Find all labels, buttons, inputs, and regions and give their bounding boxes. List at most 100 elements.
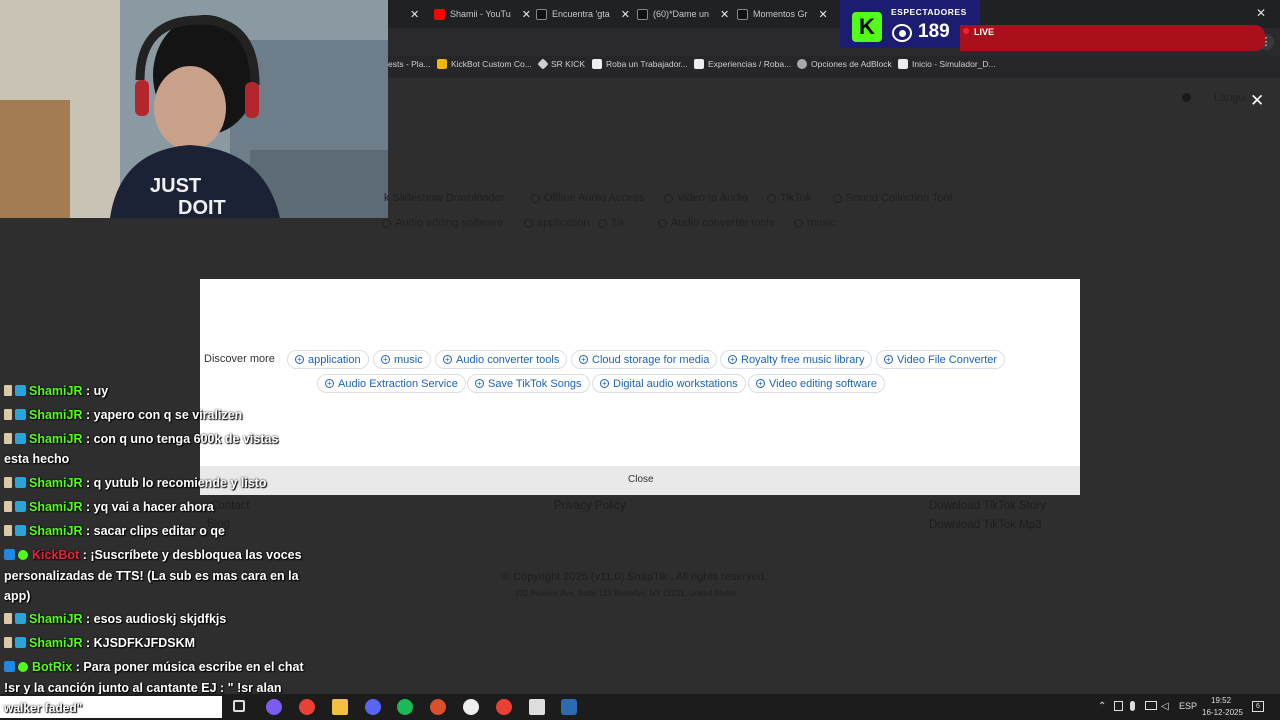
tab-youtube[interactable]: Shamii - YouTu ✕ [434, 4, 531, 24]
overlay-close-icon[interactable]: ✕ [1250, 92, 1264, 110]
window-close-icon[interactable]: ✕ [1256, 6, 1266, 20]
network-icon[interactable] [1145, 701, 1157, 710]
tag-link[interactable]: Sound Collection Tool [833, 192, 952, 204]
bookmark-item[interactable]: Opciones de AdBlock [797, 59, 892, 69]
close-icon[interactable]: ✕ [621, 8, 630, 21]
tag-link[interactable]: Audio editing software [382, 217, 503, 229]
tag-link[interactable]: application [524, 217, 590, 229]
microphone-icon[interactable] [1130, 701, 1135, 711]
plus-icon: + [325, 379, 334, 388]
bookmark-item[interactable]: Inicio - Simulador_D... [898, 59, 996, 69]
chevron-up-icon[interactable]: ⌃ [1098, 701, 1106, 712]
tiktok-icon [637, 8, 648, 20]
verified-icon [18, 662, 28, 672]
plus-icon: + [756, 379, 765, 388]
footer-privacy-link[interactable]: Privacy Policy [554, 500, 626, 512]
chat-message: KickBot : ¡Suscríbete y desbloquea las v… [4, 545, 302, 565]
close-icon[interactable]: ✕ [720, 8, 729, 21]
footer-mp3-link[interactable]: Download TikTok Mp3 [929, 519, 1042, 531]
plus-icon: + [295, 355, 304, 364]
bookmark-item[interactable]: SR KICK [537, 58, 585, 70]
chip-save-songs[interactable]: + Save TikTok Songs [467, 374, 590, 393]
bookmark-item[interactable]: ests - Pla... [388, 59, 431, 69]
bot-badge-icon [4, 661, 15, 672]
volume-icon[interactable]: ◁ [1161, 701, 1169, 712]
badge-icon [15, 433, 26, 444]
chat-message: ShamiJR : yapero con q se viralizen [4, 405, 242, 425]
tab-label: Encuentra 'gta [552, 9, 610, 19]
copilot-icon[interactable] [266, 699, 282, 715]
close-icon[interactable]: ✕ [819, 8, 828, 21]
close-icon[interactable]: ✕ [522, 8, 531, 21]
kick-logo: K [852, 12, 882, 42]
bookmark-icon [537, 58, 549, 70]
tray-icon[interactable] [1114, 701, 1123, 711]
tag-link[interactable]: music [794, 217, 836, 229]
modal-close-button[interactable]: Close [628, 474, 654, 485]
tag-link[interactable]: TikTok [767, 192, 811, 204]
footer-contact-link[interactable]: Contact [210, 500, 250, 512]
tab-tiktok-momentos[interactable]: Momentos Gr ✕ [737, 4, 828, 24]
tag-link[interactable]: Video to Audio [664, 192, 748, 204]
chip-audio-converter[interactable]: + Audio converter tools [435, 350, 568, 369]
plus-icon: + [579, 355, 588, 364]
moon-icon[interactable] [1182, 93, 1191, 102]
app-icon[interactable] [561, 699, 577, 715]
tab-label: Shamii - YouTu [450, 9, 511, 19]
badge-icon [15, 613, 26, 624]
viewers-label: ESPECTADORES [891, 7, 967, 17]
discord-icon[interactable] [365, 699, 381, 715]
bookmark-item[interactable]: Roba un Trabajador... [592, 59, 688, 69]
bookmark-icon [797, 59, 807, 69]
badge-icon [4, 433, 12, 444]
plus-icon: + [443, 355, 452, 364]
task-view-icon[interactable] [233, 700, 245, 712]
tag-link[interactable]: Tik [598, 217, 625, 229]
chrome-icon[interactable] [496, 699, 512, 715]
obs-icon[interactable] [463, 699, 479, 715]
bookmark-item[interactable]: KickBot Custom Co... [437, 59, 532, 69]
chat-message: BotRix : Para poner música escribe en el… [4, 657, 304, 677]
notification-icon[interactable]: 6 [1252, 701, 1264, 712]
chrome-icon[interactable] [299, 699, 315, 715]
chip-royalty-free[interactable]: + Royalty free music library [720, 350, 873, 369]
badge-icon [4, 637, 12, 648]
tab-label: (60)*Dame un [653, 9, 710, 19]
chip-video-converter[interactable]: + Video File Converter [876, 350, 1006, 369]
badge-icon [4, 613, 12, 624]
live-banner [960, 25, 1265, 51]
chip-cloud-storage[interactable]: + Cloud storage for media [571, 350, 718, 369]
tag-link[interactable]: k Slideshow Downloader [384, 192, 504, 204]
tiktok-icon [536, 8, 547, 20]
badge-icon [4, 525, 12, 536]
language-selector[interactable]: Langu [1214, 92, 1245, 104]
chat-message: ShamiJR : KJSDFKJFDSKM [4, 633, 195, 653]
youtube-icon [434, 8, 445, 20]
tag-link[interactable]: Audio converter tools [658, 217, 774, 229]
chat-message-continued: walker faded" [4, 701, 83, 715]
streamer-image: JUST DOIT [0, 0, 388, 218]
chip-video-editing[interactable]: + Video editing software [748, 374, 886, 393]
plus-icon: + [381, 355, 390, 364]
chat-message: ShamiJR : con q uno tenga 600k de vistas [4, 429, 278, 449]
spotify-icon[interactable] [397, 699, 413, 715]
tag-link[interactable]: Offline Audio Access [531, 192, 644, 204]
chat-message: ShamiJR : sacar clips editar o qe [4, 521, 225, 541]
clock-time[interactable]: 19:52 [1211, 696, 1231, 705]
chat-message: ShamiJR : q yutub lo recomiende y listo [4, 473, 267, 493]
language-indicator[interactable]: ESP [1179, 701, 1197, 711]
chip-audio-extraction[interactable]: + Audio Extraction Service [317, 374, 466, 393]
tab-tiktok-dame[interactable]: (60)*Dame un ✕ [637, 4, 729, 24]
app-icon[interactable] [430, 699, 446, 715]
tab-close-first[interactable]: ✕ [410, 4, 419, 24]
tab-tiktok-gta[interactable]: Encuentra 'gta ✕ [536, 4, 630, 24]
webcam-feed: JUST DOIT [0, 0, 388, 218]
chip-application[interactable]: + application [287, 350, 369, 369]
footer-story-link[interactable]: Download TikTok Story [929, 500, 1046, 512]
bookmark-item[interactable]: Experiencias / Roba... [694, 59, 791, 69]
clock-date[interactable]: 16-12-2025 [1202, 708, 1243, 717]
file-explorer-icon[interactable] [332, 699, 348, 715]
calculator-icon[interactable] [529, 699, 545, 715]
chip-music[interactable]: + music [373, 350, 431, 369]
chip-daw[interactable]: + Digital audio workstations [592, 374, 746, 393]
